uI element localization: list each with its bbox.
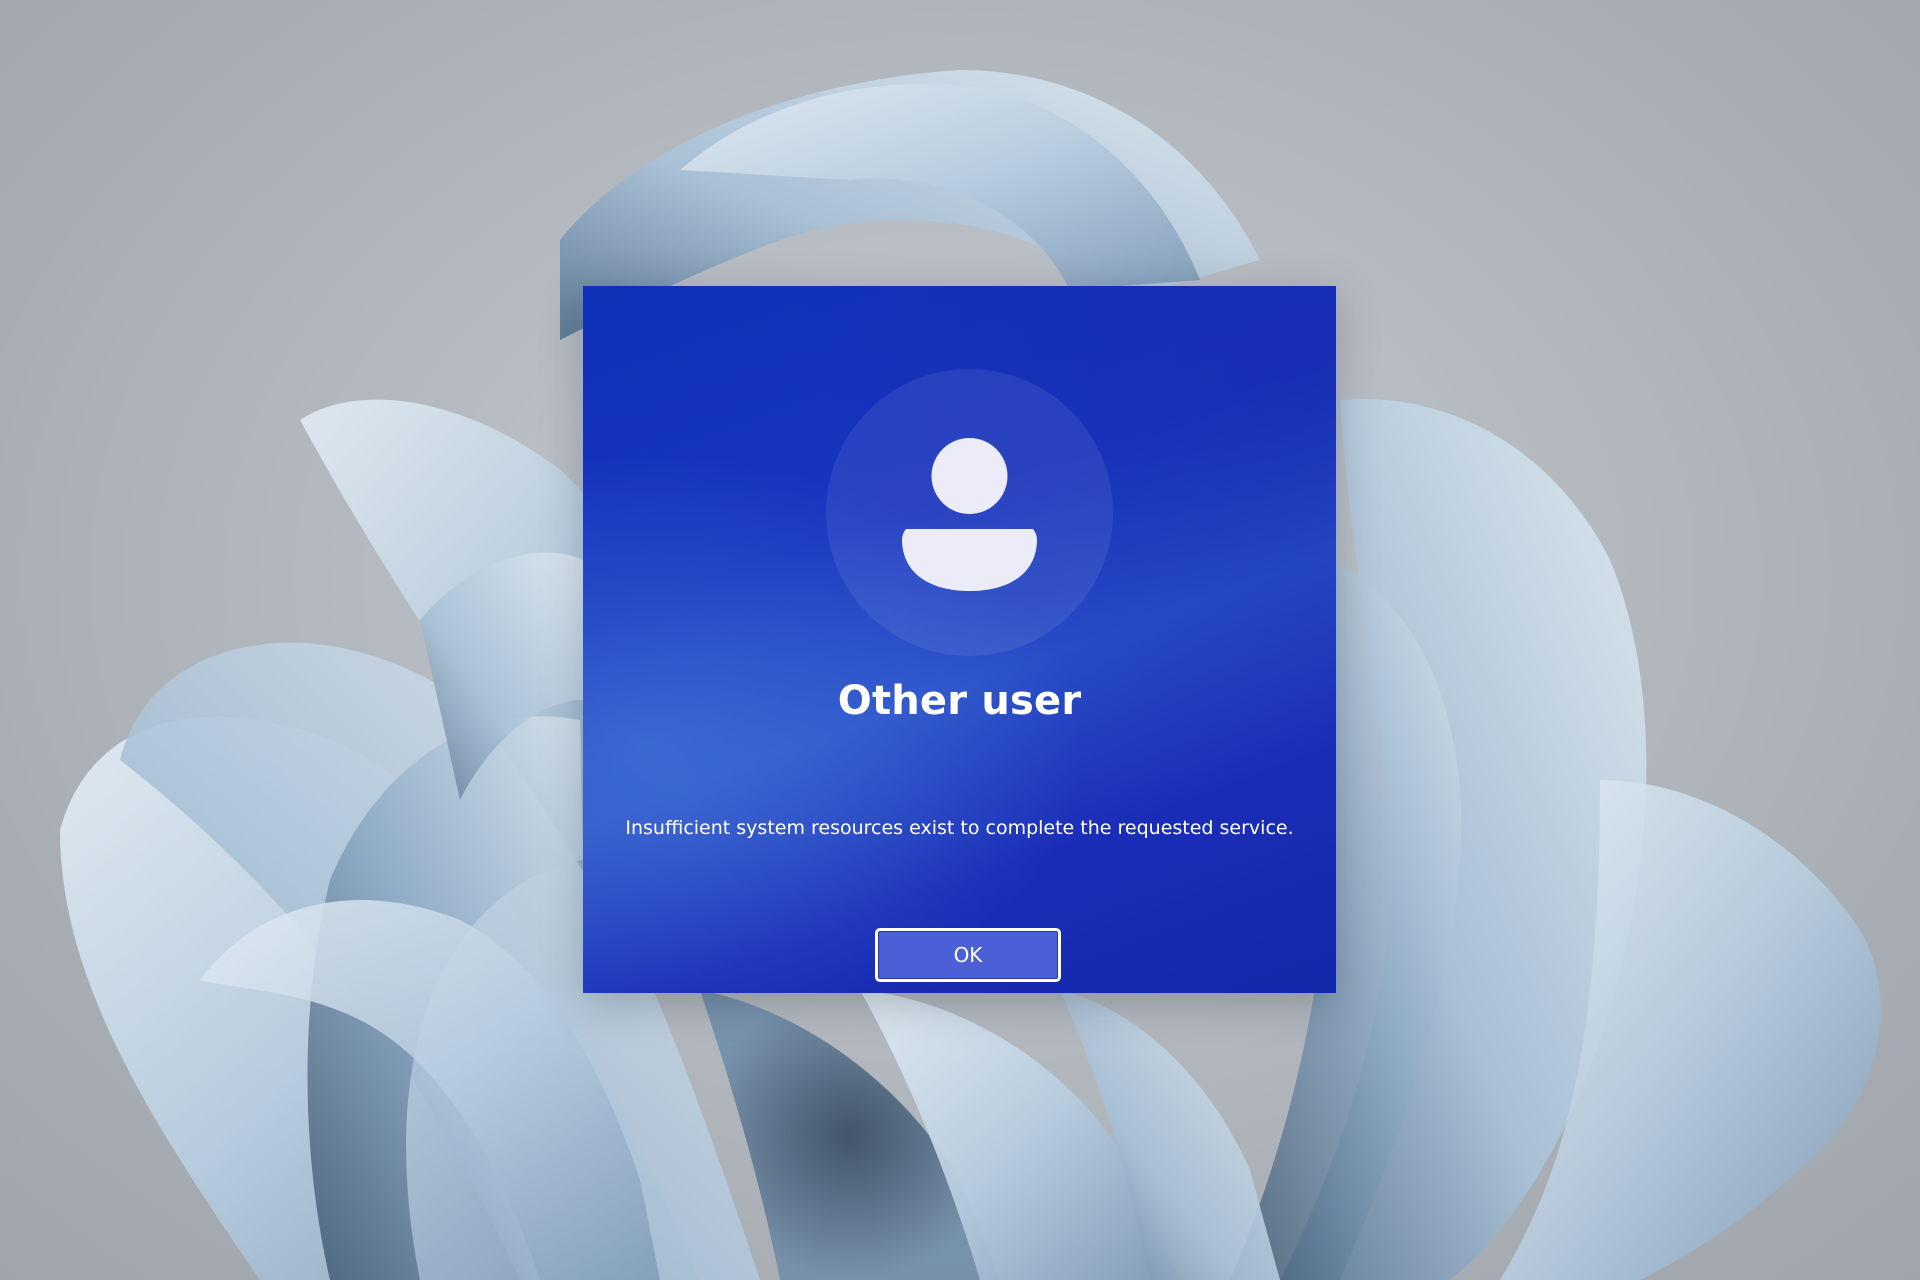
user-icon [902,438,1037,591]
ok-button[interactable]: OK [875,928,1061,982]
error-dialog: Other user Insufficient system resources… [583,286,1336,993]
avatar [826,369,1113,656]
dialog-title: Other user [837,678,1082,724]
error-message: Insufficient system resources exist to c… [625,817,1294,839]
